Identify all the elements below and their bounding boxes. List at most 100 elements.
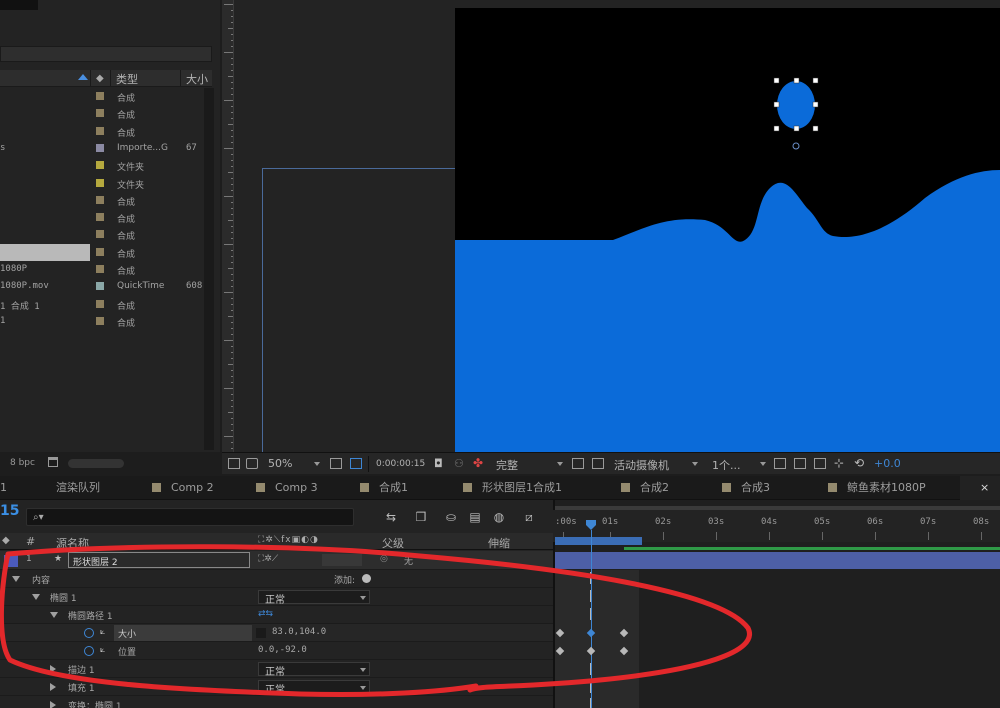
always-preview-icon[interactable] [228,458,240,469]
camera-view-dropdown[interactable]: 活动摄像机 [614,457,669,473]
close-icon[interactable]: × [980,481,989,494]
column-number[interactable]: # [26,535,35,548]
color-channels-icon[interactable]: ✤ [473,456,483,470]
project-item-row[interactable]: 1080P 合成 [0,261,204,278]
sort-ascending-icon[interactable] [78,74,88,80]
column-parent[interactable]: 父级 [382,535,404,551]
resolution-dropdown[interactable]: 完整 [496,457,518,473]
show-snapshot-icon[interactable]: ⚇ [454,457,464,470]
layer-name-field[interactable]: 形状图层 2 [68,552,250,568]
tab-4[interactable]: 合成1 [360,476,408,500]
label-color-swatch[interactable] [96,161,104,170]
property-row-contents[interactable]: 内容 添加: [0,570,553,588]
layer-label-color[interactable] [4,555,18,567]
label-color-swatch[interactable] [96,178,104,187]
tab-2[interactable]: Comp 2 [152,476,214,500]
stopwatch-icon[interactable] [84,628,94,638]
column-divider[interactable] [90,70,91,87]
column-type[interactable]: 类型 [116,71,138,87]
tab-5[interactable]: 形状图层1合成1 [463,476,562,500]
project-item-row[interactable]: 文件夹 [0,157,204,174]
property-row-stroke[interactable]: 描边 1 正常 [0,660,553,678]
label-color-swatch[interactable] [96,126,104,135]
column-divider[interactable] [110,70,111,87]
switches-header[interactable]: ⛶✲⟍fx▣◐◑ [258,535,319,545]
composition-mini-flowchart-icon[interactable]: ⇆ [384,510,398,524]
timeline-current-time[interactable]: 15 [0,503,19,519]
pixel-aspect-icon[interactable] [774,458,786,469]
project-item-row[interactable]: 1 合成 1 合成 [0,296,204,313]
work-area-bar[interactable] [555,537,642,545]
path-direction-icon[interactable]: ⇄⇆ [258,609,273,619]
label-color-swatch[interactable] [96,299,104,308]
layer-duration-bar[interactable] [555,552,1000,569]
column-divider[interactable] [180,70,181,87]
stopwatch-icon[interactable] [84,646,94,656]
label-color-swatch[interactable] [96,316,104,325]
collapsed-arrow-icon[interactable] [50,665,56,673]
label-tag-icon[interactable]: ◆ [96,73,106,84]
keyframe-marker[interactable] [590,572,591,584]
project-item-row[interactable]: 文件夹 [0,175,204,192]
current-time-display[interactable]: 0:00:00:15 [376,459,425,469]
label-color-swatch[interactable] [96,230,104,239]
project-item-row[interactable]: 合成 [0,88,204,105]
motion-blur-icon[interactable] [794,458,806,469]
label-color-swatch[interactable] [96,282,104,291]
project-item-row[interactable]: 合成 [0,123,204,140]
tab-7[interactable]: 合成3 [722,476,770,500]
keyframe-marker[interactable] [590,590,591,602]
project-item-row[interactable]: 合成 [0,192,204,209]
layer-row[interactable]: 1 ★ 形状图层 2 ⛶✲⟋ ◎ 无 [0,551,553,570]
label-color-swatch[interactable] [96,265,104,273]
keyframe-marker[interactable] [590,608,591,620]
current-time-indicator[interactable] [591,530,592,708]
collapsed-arrow-icon[interactable] [50,701,56,708]
camera-snapshot-icon[interactable]: ◘ [434,457,443,470]
label-tag-icon[interactable]: ◆ [2,535,10,546]
exposure-value[interactable]: +0.0 [874,457,901,470]
keyframe-marker[interactable] [590,681,591,693]
tab-3[interactable]: Comp 3 [256,476,318,500]
add-menu-icon[interactable] [362,574,371,583]
flowchart-icon[interactable]: ⊹ [834,456,844,470]
frame-blending-icon[interactable]: ▤ [468,510,482,524]
chevron-down-icon[interactable] [314,462,320,466]
wave-shape[interactable] [455,170,1000,452]
shy-layers-icon[interactable]: ⛀ [444,510,458,524]
graph-editor-icon[interactable]: ⧄ [522,510,536,524]
tab-6[interactable]: 合成2 [621,476,669,500]
transparency-grid-icon[interactable] [350,458,362,469]
tab-9[interactable]: ×合 [960,476,1000,500]
project-item-row[interactable]: 1 合成 [0,313,204,330]
draft-3d-icon[interactable] [814,458,826,469]
label-color-swatch[interactable] [96,213,104,222]
expand-arrow-icon[interactable] [50,612,58,618]
thumbnail-zoom-slider[interactable] [68,459,124,468]
size-value[interactable]: 83.0,104.0 [272,627,326,637]
constrain-proportions-icon[interactable] [256,628,266,638]
project-item-row[interactable]: 合成 [0,105,204,122]
chevron-down-icon[interactable] [760,462,766,466]
reset-exposure-icon[interactable]: ⟲ [854,456,864,470]
project-search-input[interactable] [0,46,212,62]
ellipse-shape[interactable] [777,81,815,129]
monitor-icon[interactable] [246,458,258,469]
label-color-swatch[interactable] [96,195,104,204]
project-item-row[interactable]: s Importe...G 67 [0,140,204,157]
anchor-point-icon[interactable] [792,142,800,150]
stroke-blend-mode-dropdown[interactable]: 正常 [258,662,370,678]
zoom-dropdown[interactable]: 50% [268,457,292,470]
label-color-swatch[interactable] [96,143,104,152]
chevron-down-icon[interactable] [557,462,563,466]
project-item-row[interactable]: 合成 [0,209,204,226]
keyframe-marker[interactable] [590,663,591,675]
project-item-row[interactable]: 1080P.mov QuickTime 608 [0,278,204,295]
chevron-down-icon[interactable] [692,462,698,466]
position-value[interactable]: 0.0,-92.0 [258,645,307,655]
fill-blend-mode-dropdown[interactable]: 正常 [258,680,370,696]
layer-switches[interactable]: ⛶✲⟋ [258,554,278,564]
project-scrollbar[interactable] [204,88,214,450]
property-row-ellipse[interactable]: 椭圆 1 正常 [0,588,553,606]
ellipse-blend-mode-dropdown[interactable]: 正常 [258,590,370,606]
